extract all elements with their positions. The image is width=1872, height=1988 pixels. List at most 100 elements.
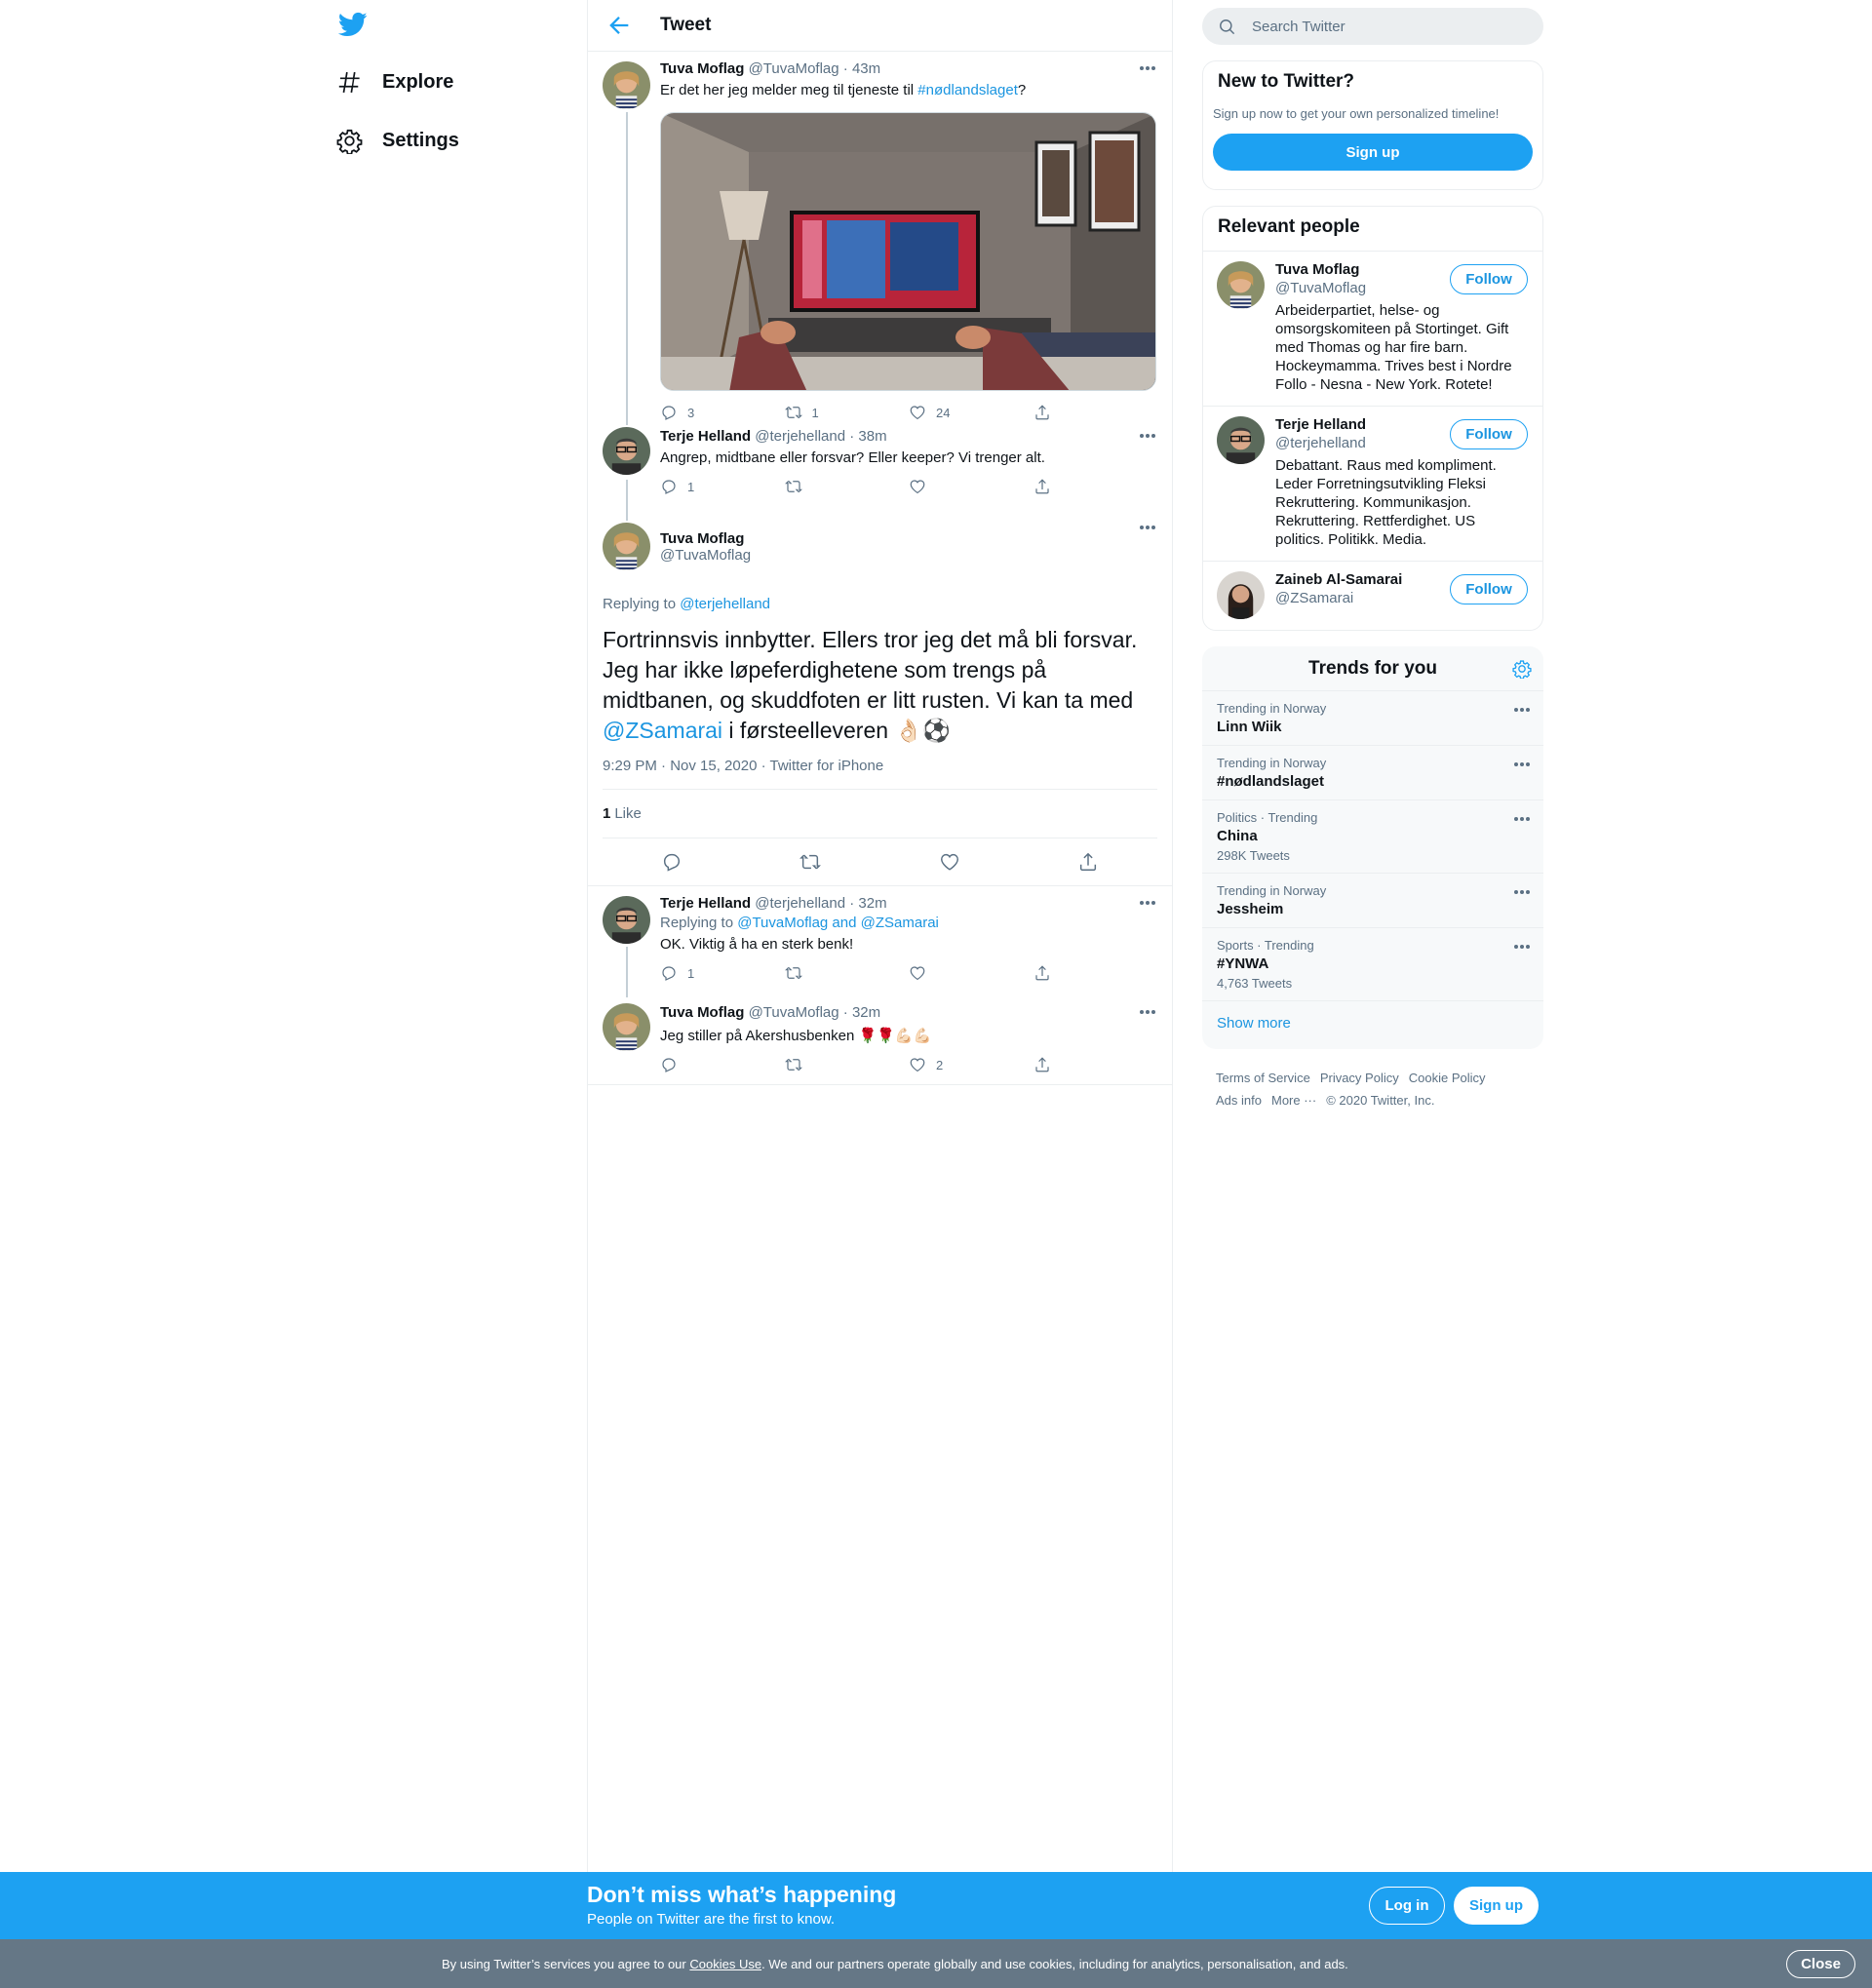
more-link[interactable]: More ···: [1271, 1093, 1316, 1108]
more-icon[interactable]: [1512, 760, 1532, 769]
cookie-policy-link[interactable]: Cookie Policy: [1409, 1071, 1486, 1085]
reply-button[interactable]: [660, 1056, 785, 1073]
login-button[interactable]: Log in: [1369, 1887, 1445, 1925]
hashtag-link[interactable]: #nødlandslaget: [917, 82, 1018, 98]
gear-icon[interactable]: [1512, 659, 1532, 679]
tweet-time[interactable]: · 43m: [843, 60, 880, 77]
tweet-time[interactable]: · 32m: [849, 895, 886, 912]
more-icon[interactable]: [1138, 523, 1157, 532]
retweet-icon[interactable]: [800, 851, 822, 873]
more-icon[interactable]: [1512, 705, 1532, 715]
more-icon[interactable]: [1512, 942, 1532, 952]
avatar[interactable]: [1217, 571, 1265, 619]
avatar[interactable]: [603, 523, 650, 570]
like-stats[interactable]: 1 Like: [603, 790, 1157, 838]
avatar[interactable]: [603, 896, 650, 944]
follow-button[interactable]: Follow: [1450, 419, 1528, 449]
author-name[interactable]: Tuva Moflag: [660, 1004, 744, 1021]
author-handle[interactable]: @TuvaMoflag: [660, 547, 751, 564]
more-icon[interactable]: [1512, 814, 1532, 824]
mention-link[interactable]: @TuvaMoflag and @ZSamarai: [737, 915, 939, 931]
avatar[interactable]: [603, 1003, 650, 1051]
tweet[interactable]: Terje Helland @terjehelland · 32m Replyi…: [588, 886, 1172, 997]
share-button[interactable]: [1034, 478, 1158, 495]
more-icon[interactable]: [1138, 431, 1157, 441]
more-icon[interactable]: [1138, 63, 1157, 73]
ads-info-link[interactable]: Ads info: [1216, 1093, 1262, 1108]
like-button[interactable]: 2: [909, 1056, 1034, 1073]
like-button[interactable]: [909, 964, 1034, 982]
more-icon[interactable]: [1138, 1007, 1157, 1017]
author-handle[interactable]: @terjehelland: [755, 895, 845, 912]
main-column: Tweet Tuva Moflag @TuvaMoflag · 43m Er d…: [587, 0, 1173, 1872]
cookie-text-part: By using Twitter’s services you agree to…: [442, 1957, 690, 1971]
avatar[interactable]: [603, 427, 650, 475]
trend-item[interactable]: Trending in Norway Linn Wiik: [1202, 691, 1543, 746]
trend-item[interactable]: Politics · Trending China 298K Tweets: [1202, 800, 1543, 874]
author-name[interactable]: Terje Helland: [660, 895, 751, 912]
nav-settings[interactable]: Settings: [336, 115, 459, 166]
reply-icon[interactable]: [661, 851, 682, 873]
signup-button[interactable]: Sign up: [1213, 134, 1533, 171]
mention-link[interactable]: @terjehelland: [680, 596, 770, 612]
show-more-link[interactable]: Show more: [1202, 1001, 1543, 1049]
reply-count: 1: [687, 479, 695, 494]
author-name[interactable]: Terje Helland: [660, 428, 751, 445]
trends-card: Trends for you Trending in Norway Linn W…: [1202, 646, 1543, 1049]
tweet[interactable]: Tuva Moflag @TuvaMoflag · 43m Er det her…: [588, 52, 1172, 422]
search-input[interactable]: Search Twitter: [1252, 19, 1346, 35]
share-button[interactable]: [1034, 964, 1158, 982]
share-icon[interactable]: [1077, 851, 1099, 873]
author-handle[interactable]: @TuvaMoflag: [749, 1004, 839, 1021]
retweet-button[interactable]: [784, 964, 910, 982]
tweet-text: Jeg stiller på Akershusbenken 🌹🌹💪🏻💪🏻: [660, 1028, 932, 1044]
mention-link[interactable]: @ZSamarai: [603, 718, 722, 743]
trend-context: Trending in Norway: [1217, 701, 1327, 716]
nav-explore[interactable]: Explore: [336, 57, 453, 107]
close-button[interactable]: Close: [1786, 1950, 1855, 1978]
trend-item[interactable]: Trending in Norway Jessheim: [1202, 874, 1543, 928]
tweet[interactable]: Terje Helland @terjehelland · 38m Angrep…: [588, 419, 1172, 513]
tweet[interactable]: Tuva Moflag @TuvaMoflag · 32m Jeg stille…: [588, 995, 1172, 1085]
person-item[interactable]: Zaineb Al-Samarai @ZSamarai Follow: [1203, 562, 1542, 630]
focused-tweet-actions: [603, 838, 1157, 885]
author-name[interactable]: Tuva Moflag: [660, 60, 744, 77]
like-button[interactable]: [909, 478, 1034, 495]
person-item[interactable]: Tuva Moflag @TuvaMoflag Arbeiderpartiet,…: [1203, 252, 1542, 407]
author-handle[interactable]: @terjehelland: [755, 428, 845, 445]
cookies-use-link[interactable]: Cookies Use: [689, 1957, 761, 1971]
retweet-button[interactable]: [784, 1056, 910, 1073]
reply-button[interactable]: 1: [660, 964, 785, 982]
tweet-text: OK. Viktig å ha en sterk benk!: [660, 936, 854, 953]
more-icon[interactable]: [1138, 898, 1157, 908]
follow-button[interactable]: Follow: [1450, 574, 1528, 604]
trend-name: Jessheim: [1217, 901, 1284, 917]
heart-icon[interactable]: [939, 851, 960, 873]
trend-item[interactable]: Trending in Norway #nødlandslaget: [1202, 746, 1543, 800]
back-arrow-icon[interactable]: [605, 12, 633, 39]
privacy-link[interactable]: Privacy Policy: [1320, 1071, 1399, 1085]
author-name[interactable]: Tuva Moflag: [660, 530, 751, 547]
avatar[interactable]: [1217, 261, 1265, 309]
retweet-button[interactable]: [784, 478, 910, 495]
tweet-time[interactable]: · 32m: [843, 1004, 880, 1021]
avatar[interactable]: [1217, 416, 1265, 464]
trend-item[interactable]: Sports · Trending #YNWA 4,763 Tweets: [1202, 928, 1543, 1001]
tweet-time[interactable]: · 38m: [849, 428, 886, 445]
follow-button[interactable]: Follow: [1450, 264, 1528, 294]
tweet-meta[interactable]: 9:29 PM · Nov 15, 2020 · Twitter for iPh…: [603, 758, 1157, 790]
avatar[interactable]: [603, 61, 650, 109]
tweet-photo[interactable]: [660, 112, 1156, 391]
footer-links: Terms of Service Privacy Policy Cookie Pol…: [1202, 1049, 1543, 1129]
share-button[interactable]: [1034, 1056, 1158, 1073]
person-item[interactable]: Terje Helland @terjehelland Debattant. R…: [1203, 407, 1542, 562]
signup-button[interactable]: Sign up: [1454, 1887, 1539, 1925]
search-box[interactable]: Search Twitter: [1202, 8, 1543, 45]
reply-button[interactable]: 1: [660, 478, 785, 495]
new-to-twitter-card: New to Twitter? Sign up now to get your …: [1202, 60, 1543, 190]
author-handle[interactable]: @TuvaMoflag: [749, 60, 839, 77]
tos-link[interactable]: Terms of Service: [1216, 1071, 1310, 1085]
more-icon[interactable]: [1512, 887, 1532, 897]
twitter-logo-icon[interactable]: [337, 10, 373, 45]
reply-icon: [662, 1058, 676, 1072]
